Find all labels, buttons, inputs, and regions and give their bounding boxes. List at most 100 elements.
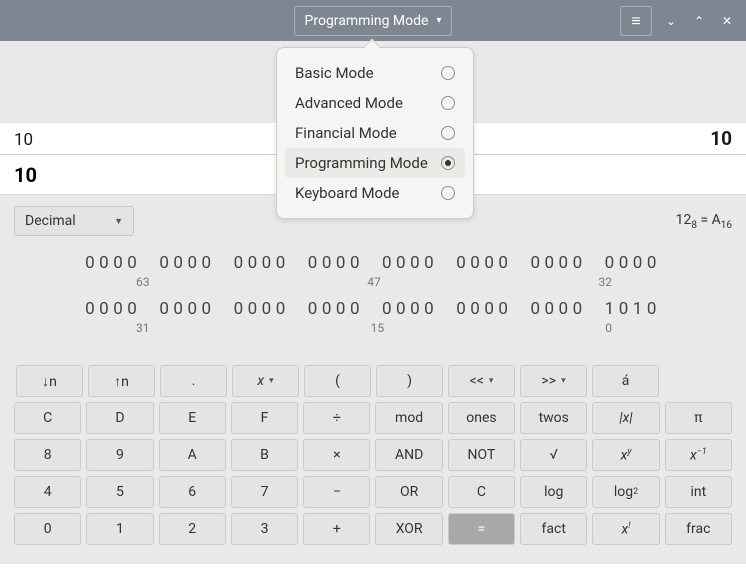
key-7[interactable]: 7 — [231, 476, 298, 508]
oct-value: 12 — [676, 212, 692, 228]
key-sqrt[interactable]: √ — [520, 439, 587, 471]
key-ones-complement[interactable]: ones — [448, 402, 515, 434]
bit-group[interactable]: 0000 — [530, 253, 586, 273]
key-shift-up[interactable]: ↑n — [88, 365, 155, 397]
key-row-4: 4 5 6 7 − OR C log log2 int — [14, 476, 732, 508]
mode-selector-dropdown[interactable]: Programming Mode ▾ — [294, 6, 453, 36]
bit-group[interactable]: 0000 — [456, 253, 512, 273]
base-select[interactable]: Decimal ▼ — [14, 206, 134, 236]
mode-item-programming[interactable]: Programming Mode — [285, 148, 465, 178]
radio-icon — [441, 186, 455, 200]
key-shift-down[interactable]: ↓n — [16, 365, 83, 397]
key-inverse[interactable]: x−1 — [665, 439, 732, 471]
key-shift-left[interactable]: <<▾ — [448, 365, 515, 397]
key-d-hex[interactable]: D — [86, 402, 153, 434]
bit-group[interactable]: 0000 — [530, 299, 586, 319]
key-x-var[interactable]: x▾ — [232, 365, 299, 397]
chevron-up-icon: ⌃ — [694, 14, 704, 28]
key-or[interactable]: OR — [375, 476, 442, 508]
key-a-hex[interactable]: A — [159, 439, 226, 471]
key-4[interactable]: 4 — [14, 476, 81, 508]
key-abs[interactable]: |x| — [592, 402, 659, 434]
key-fact[interactable]: fact — [520, 513, 587, 545]
mode-item-keyboard[interactable]: Keyboard Mode — [285, 178, 465, 208]
bit-group[interactable]: 0000 — [308, 299, 364, 319]
history-expression: 10 — [14, 130, 33, 150]
bit-group[interactable]: 0000 — [234, 299, 290, 319]
bit-group[interactable]: 0000 — [85, 299, 141, 319]
key-row-3: 8 9 A B × AND NOT √ xy x−1 — [14, 439, 732, 471]
mode-selector-label: Programming Mode — [305, 13, 429, 29]
key-char-input[interactable]: á — [592, 365, 659, 397]
menu-button[interactable]: ≡ — [620, 6, 652, 36]
key-1[interactable]: 1 — [86, 513, 153, 545]
key-2[interactable]: 2 — [159, 513, 226, 545]
key-shift-right[interactable]: >>▾ — [520, 365, 587, 397]
key-row-5: 0 1 2 3 + XOR = fact x! frac — [14, 513, 732, 545]
close-icon: ✕ — [722, 14, 732, 28]
mode-item-basic[interactable]: Basic Mode — [285, 58, 465, 88]
key-add[interactable]: + — [303, 513, 370, 545]
mode-item-label: Financial Mode — [295, 124, 397, 142]
work-area: Decimal ▼ 128 = A16 0000 0000 0000 0000 … — [0, 195, 746, 365]
hex-value: A — [712, 212, 721, 228]
key-9[interactable]: 9 — [86, 439, 153, 471]
key-f-hex[interactable]: F — [231, 402, 298, 434]
key-6[interactable]: 6 — [159, 476, 226, 508]
key-equals[interactable]: = — [448, 513, 515, 545]
bit-group[interactable]: 0000 — [605, 253, 661, 273]
key-lparen[interactable]: ( — [304, 365, 371, 397]
bit-group[interactable]: 0000 — [85, 253, 141, 273]
key-dot[interactable]: . — [160, 365, 227, 397]
key-log[interactable]: log — [520, 476, 587, 508]
key-rparen[interactable]: ) — [376, 365, 443, 397]
key-clear[interactable]: C — [448, 476, 515, 508]
key-mod[interactable]: mod — [375, 402, 442, 434]
mode-item-financial[interactable]: Financial Mode — [285, 118, 465, 148]
bit-group[interactable]: 0000 — [234, 253, 290, 273]
window-down-button[interactable]: ⌄ — [662, 12, 680, 30]
key-not[interactable]: NOT — [448, 439, 515, 471]
key-e-hex[interactable]: E — [159, 402, 226, 434]
window-up-button[interactable]: ⌃ — [690, 12, 708, 30]
key-twos-complement[interactable]: twos — [520, 402, 587, 434]
key-power[interactable]: xy — [592, 439, 659, 471]
key-8[interactable]: 8 — [14, 439, 81, 471]
bit-labels-high: 63 47 32 — [14, 275, 732, 289]
bit-group[interactable]: 0000 — [382, 253, 438, 273]
bit-group[interactable]: 0000 — [456, 299, 512, 319]
key-and[interactable]: AND — [375, 439, 442, 471]
bit-group[interactable]: 0000 — [382, 299, 438, 319]
bit-row-low[interactable]: 0000 0000 0000 0000 0000 0000 0000 1010 — [14, 299, 732, 319]
key-log2[interactable]: log2 — [592, 476, 659, 508]
radio-icon — [441, 126, 455, 140]
key-int[interactable]: int — [665, 476, 732, 508]
bit-group[interactable]: 0000 — [159, 299, 215, 319]
key-divide[interactable]: ÷ — [303, 402, 370, 434]
key-5[interactable]: 5 — [86, 476, 153, 508]
key-3[interactable]: 3 — [231, 513, 298, 545]
radio-filled-icon — [441, 156, 455, 170]
key-multiply[interactable]: × — [303, 439, 370, 471]
key-pi[interactable]: π — [665, 402, 732, 434]
mode-item-advanced[interactable]: Advanced Mode — [285, 88, 465, 118]
bit-group[interactable]: 0000 — [308, 253, 364, 273]
hamburger-icon: ≡ — [631, 11, 640, 31]
key-subtract[interactable]: − — [303, 476, 370, 508]
key-frac[interactable]: frac — [665, 513, 732, 545]
bit-index-label: 15 — [371, 321, 385, 335]
titlebar: Programming Mode ▾ ≡ ⌄ ⌃ ✕ — [0, 0, 746, 41]
key-c-hex[interactable]: C — [14, 402, 81, 434]
window-close-button[interactable]: ✕ — [718, 12, 736, 30]
bit-display: 0000 0000 0000 0000 0000 0000 0000 0000 … — [14, 239, 732, 365]
key-xor[interactable]: XOR — [375, 513, 442, 545]
bit-row-high[interactable]: 0000 0000 0000 0000 0000 0000 0000 0000 — [14, 253, 732, 273]
bit-group[interactable]: 0000 — [159, 253, 215, 273]
key-factorial[interactable]: x! — [592, 513, 659, 545]
chevron-down-icon: ▾ — [436, 15, 441, 26]
key-0[interactable]: 0 — [14, 513, 81, 545]
titlebar-controls: ≡ ⌄ ⌃ ✕ — [620, 6, 736, 36]
key-b-hex[interactable]: B — [231, 439, 298, 471]
chevron-down-icon: ⌄ — [666, 14, 676, 28]
bit-group[interactable]: 1010 — [605, 299, 661, 319]
